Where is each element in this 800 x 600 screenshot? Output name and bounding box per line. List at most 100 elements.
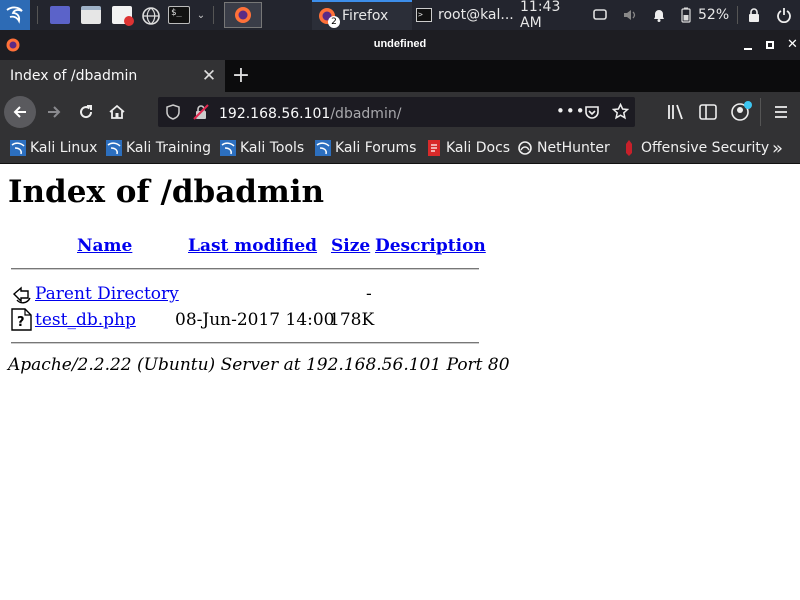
arrow-left-icon (13, 106, 26, 118)
pocket-icon[interactable] (584, 104, 600, 120)
bookmark-offensive-security[interactable]: Offensive Security (621, 132, 769, 164)
file-manager-icon[interactable] (81, 6, 101, 24)
launcher-chevron-down-icon[interactable]: ⌄ (195, 0, 207, 30)
address-bar[interactable]: 192.168.56.101/dbadmin/ ••• (158, 97, 635, 127)
row-last-modified: 08-Jun-2017 14:00 (175, 310, 335, 330)
kali-dragon-icon (315, 140, 331, 156)
offensive-security-icon (621, 140, 637, 156)
bookmark-kali-tools[interactable]: Kali Tools (220, 132, 304, 164)
page-title: Index of /dbadmin (8, 174, 325, 210)
bookmark-label: NetHunter (537, 140, 610, 156)
display-icon[interactable] (592, 7, 608, 23)
kali-menu-button[interactable] (0, 0, 30, 30)
hamburger-menu-icon[interactable] (773, 104, 789, 120)
power-icon[interactable] (776, 7, 792, 24)
bookmark-label: Kali Forums (335, 140, 417, 156)
file-link-test-db-php[interactable]: test_db.php (35, 310, 136, 330)
minimize-window-button[interactable] (743, 38, 755, 52)
sidebar-icon[interactable] (699, 104, 717, 120)
taskbar-separator (213, 6, 214, 24)
kali-dragon-icon (6, 6, 23, 24)
window-titlebar: undefined ✕ (0, 30, 800, 60)
bookmark-label: Offensive Security (641, 140, 770, 156)
terminal-launcher-icon[interactable]: $_ (168, 6, 190, 24)
home-icon (109, 104, 125, 119)
notifications-bell-icon[interactable] (651, 7, 667, 23)
insecure-lock-icon[interactable] (193, 104, 209, 120)
library-icon[interactable] (667, 104, 685, 120)
bookmark-kali-forums[interactable]: Kali Forums (315, 132, 416, 164)
parent-directory-link[interactable]: Parent Directory (35, 284, 179, 304)
arrow-right-icon (48, 106, 61, 118)
window-count-badge: 2 (328, 16, 340, 28)
kali-dragon-icon (106, 140, 122, 156)
unknown-file-icon: ? (11, 308, 32, 331)
taskbar-task-terminal[interactable]: > root@kal... (412, 0, 517, 30)
reload-button[interactable] (70, 96, 102, 128)
url-text[interactable]: 192.168.56.101/dbadmin/ (219, 103, 401, 122)
kali-dragon-icon (220, 140, 236, 156)
close-window-button[interactable]: ✕ (787, 38, 799, 52)
page-actions-menu-icon[interactable]: ••• (556, 102, 586, 120)
svg-text:?: ? (17, 315, 25, 330)
bookmark-label: Kali Training (126, 140, 211, 156)
forward-button[interactable] (38, 96, 70, 128)
new-tab-button[interactable]: + (230, 64, 252, 88)
server-signature: Apache/2.2.22 (Ubuntu) Server at 192.168… (8, 355, 510, 375)
bookmark-kali-docs[interactable]: Kali Docs (426, 132, 510, 164)
volume-icon[interactable] (622, 7, 638, 23)
back-icon (12, 286, 31, 304)
column-header-size[interactable]: Size (331, 236, 370, 256)
table-divider (11, 268, 479, 270)
home-button[interactable] (101, 96, 133, 128)
taskbar: $_ ⌄ 2 Firefox > root@kal... 11:43 AM 52… (0, 0, 800, 31)
bookmark-label: Kali Tools (240, 140, 305, 156)
account-button[interactable] (731, 101, 752, 121)
column-header-name[interactable]: Name (77, 236, 132, 256)
row-size: - (366, 284, 372, 304)
battery-percent: 52% (698, 7, 730, 23)
terminal-icon: > (416, 8, 432, 22)
firefox-task-label: Firefox (342, 8, 389, 24)
navigation-toolbar: 192.168.56.101/dbadmin/ ••• (0, 92, 800, 132)
bookmark-label: Kali Docs (446, 140, 511, 156)
table-divider (11, 342, 479, 344)
bookmarks-toolbar: Kali Linux Kali Training Kali Tools Kali… (0, 132, 800, 164)
row-size: 178K (329, 310, 375, 330)
column-header-last-modified[interactable]: Last modified (188, 236, 317, 256)
page-content: Index of /dbadmin Name Last modified Siz… (0, 164, 800, 600)
maximize-window-button[interactable] (765, 38, 777, 52)
back-button[interactable] (4, 96, 36, 128)
tab-strip: Index of /dbadmin ✕ + (0, 60, 800, 92)
kali-dragon-icon (10, 140, 26, 156)
toolbar-separator (760, 98, 761, 126)
workspace-launcher-icon[interactable] (50, 6, 70, 24)
taskbar-separator (37, 6, 38, 24)
tab-close-icon[interactable]: ✕ (201, 67, 217, 85)
tracking-shield-icon[interactable] (166, 104, 180, 120)
bookmark-kali-linux[interactable]: Kali Linux (10, 132, 97, 164)
url-path: /dbadmin/ (330, 105, 402, 122)
taskbar-task-firefox[interactable]: 2 Firefox (312, 0, 412, 30)
browser-globe-icon[interactable] (141, 6, 161, 25)
firefox-icon: 2 (318, 7, 340, 28)
bookmark-kali-training[interactable]: Kali Training (106, 132, 211, 164)
firefox-launcher-button[interactable] (224, 2, 262, 28)
bookmark-star-icon[interactable] (612, 103, 629, 120)
reload-icon (80, 105, 93, 119)
lock-screen-icon[interactable] (746, 7, 762, 23)
clock[interactable]: 11:43 AM (520, 0, 586, 31)
window-title: undefined (373, 38, 427, 50)
tab-index-of-dbadmin[interactable]: Index of /dbadmin ✕ (0, 60, 225, 92)
tab-title: Index of /dbadmin (10, 68, 138, 84)
url-host: 192.168.56.101 (219, 105, 331, 122)
column-header-description[interactable]: Description (375, 236, 486, 256)
taskbar-separator (737, 6, 738, 24)
text-editor-icon[interactable] (112, 6, 134, 26)
bookmarks-overflow-chevron-icon[interactable]: » (772, 132, 783, 164)
kali-docs-icon (426, 140, 442, 156)
bookmark-nethunter[interactable]: NetHunter (517, 132, 610, 164)
bookmark-label: Kali Linux (30, 140, 98, 156)
nethunter-icon (517, 140, 533, 156)
battery-icon[interactable] (681, 7, 691, 23)
